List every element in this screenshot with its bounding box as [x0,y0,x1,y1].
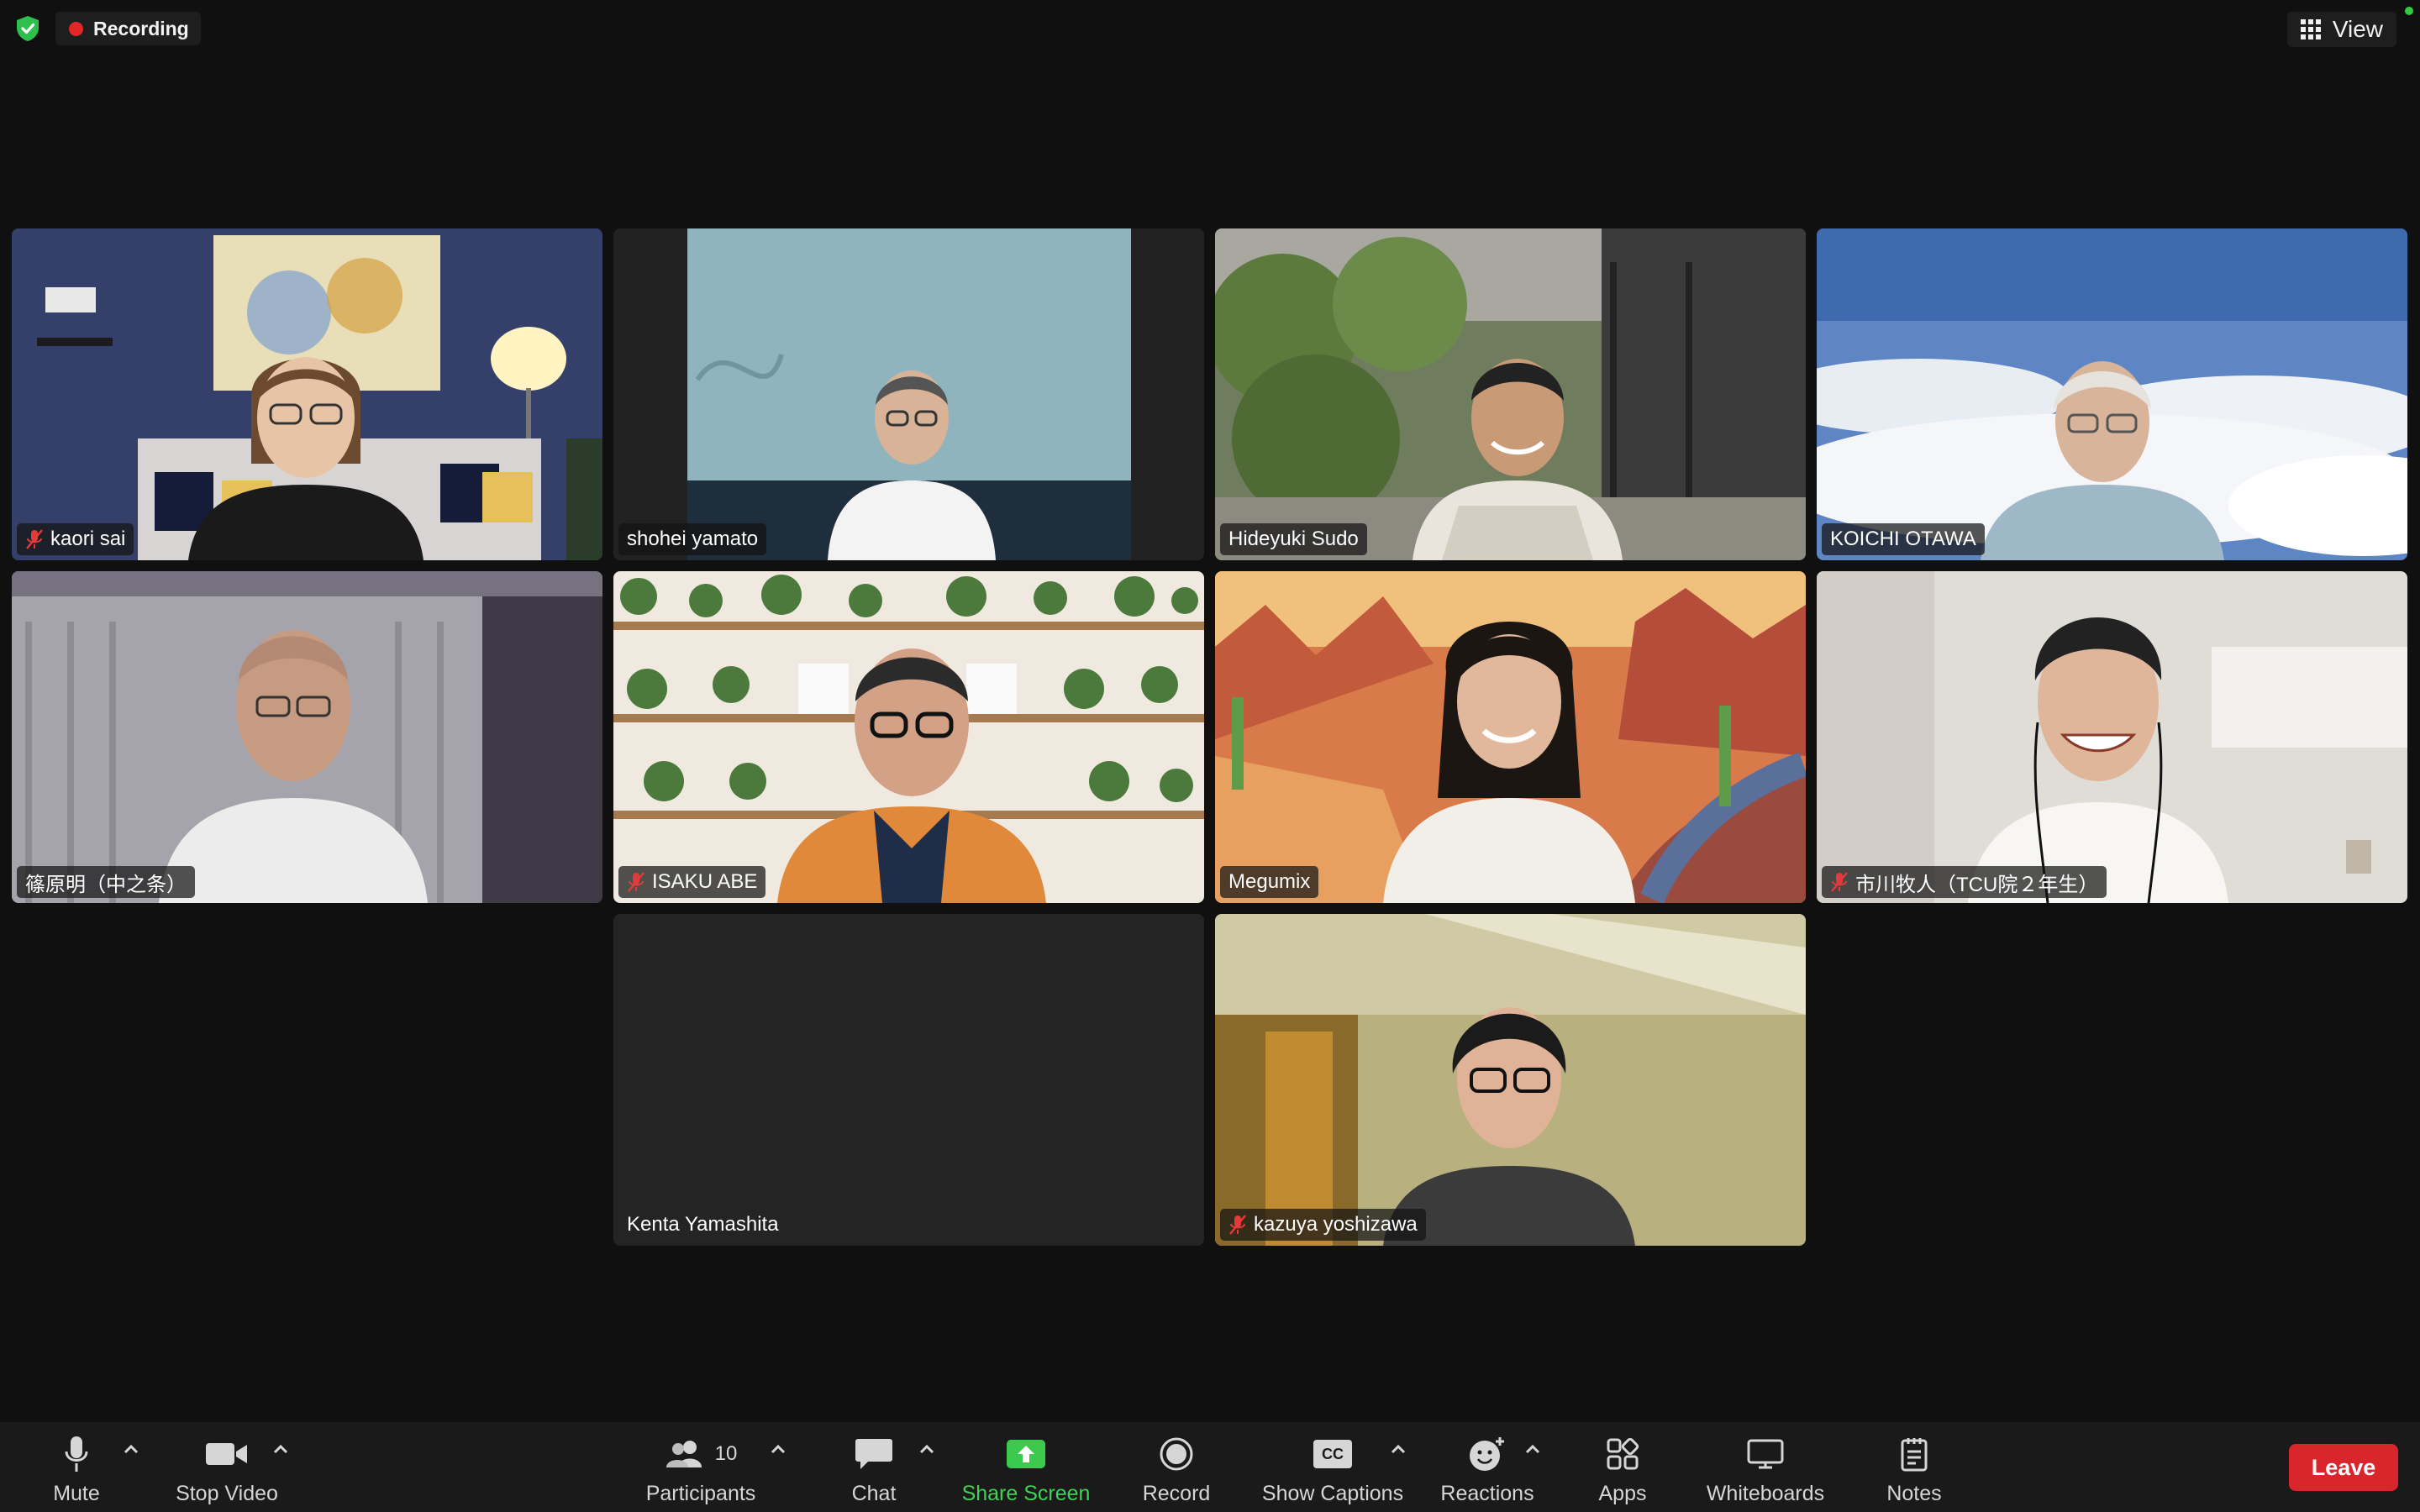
video-tile-koichi-otawa[interactable]: KOICHI OTAWA [1817,228,2407,560]
recording-label: Recording [93,17,189,39]
chat-label: Chat [851,1482,897,1505]
participant-name: Megumix [1228,870,1311,893]
participant-name-tag: ISAKU ABE [618,866,766,898]
record-button[interactable]: Record [1134,1422,1218,1512]
participant-name: 市川牧人（TCU院２年生） [1855,873,2099,896]
video-tile-shohei-yamato[interactable]: shohei yamato [613,228,1204,560]
participants-button[interactable]: 10 Participants [639,1422,763,1512]
participants-icon [666,1441,702,1467]
apps-label: Apps [1598,1482,1647,1505]
share-screen-button[interactable]: Share Screen [955,1422,1097,1512]
video-options-caret-icon[interactable] [271,1441,291,1457]
video-tile-megumix[interactable]: Megumix [1215,571,1806,903]
meeting-toolbar: Mute Stop Video 10 Participants Chat Sha… [0,1422,2420,1512]
apps-button[interactable]: Apps [1586,1422,1659,1512]
participant-figure [1968,617,2228,903]
chat-bubble-icon [855,1439,892,1469]
participant-name: Hideyuki Sudo [1228,528,1359,550]
participant-name: kaori sai [50,528,126,550]
camera-active-indicator [2405,7,2413,15]
participant-name-tag: Megumix [1220,866,1319,898]
grid-view-icon [2300,19,2321,39]
notes-button[interactable]: Notes [1879,1422,1949,1512]
whiteboards-button[interactable]: Whiteboards [1701,1422,1830,1512]
video-camera-icon [206,1443,247,1465]
participants-count: 10 [714,1442,738,1465]
reactions-options-caret-icon[interactable] [1523,1441,1543,1457]
share-screen-icon [1007,1440,1045,1468]
video-tile-isaku-abe[interactable]: ISAKU ABE [613,571,1204,903]
security-shield-icon[interactable] [15,15,40,42]
notes-label: Notes [1886,1482,1942,1505]
mute-button[interactable]: Mute [42,1422,111,1512]
recording-dot-icon [69,21,83,36]
audio-options-caret-icon[interactable] [121,1441,141,1457]
record-label: Record [1142,1482,1211,1505]
captions-icon: CC [1313,1440,1352,1468]
view-label: View [2332,16,2383,42]
recording-indicator[interactable]: Recording [55,12,201,45]
video-tile-shinohara[interactable]: 篠原明（中之条） [12,571,602,903]
muted-mic-icon [1831,872,1848,892]
participant-figure [1383,622,1635,903]
stop-video-button[interactable]: Stop Video [168,1422,286,1512]
participant-name: KOICHI OTAWA [1830,528,1976,550]
video-tile-kaori-sai[interactable]: kaori sai [12,228,602,560]
participant-figure [1413,359,1623,560]
notes-icon [1901,1438,1928,1472]
video-tile-kenta-yamashita[interactable]: Kenta Yamashita [613,914,1204,1246]
participant-name-tag: 篠原明（中之条） [17,866,195,898]
microphone-icon [65,1436,88,1472]
mute-label: Mute [53,1482,100,1505]
participant-name: ISAKU ABE [652,870,758,893]
participant-name-tag: Kenta Yamashita [618,1209,787,1241]
participant-name: Kenta Yamashita [627,1213,779,1236]
participant-figure [188,357,424,560]
view-button[interactable]: View [2286,12,2396,47]
apps-icon [1607,1437,1639,1470]
participant-name-tag: kazuya yoshizawa [1220,1209,1426,1241]
participant-figure [1981,361,2224,560]
record-icon [1160,1437,1193,1471]
participant-figure [777,648,1046,903]
participant-name: shohei yamato [627,528,759,550]
participant-figure [828,370,996,560]
muted-mic-icon [1229,1215,1246,1235]
captions-icon-text: CC [1322,1445,1344,1462]
whiteboards-label: Whiteboards [1706,1482,1825,1505]
reactions-button[interactable]: Reactions [1439,1422,1536,1512]
participants-options-caret-icon[interactable] [768,1441,788,1457]
video-tile-ichikawa[interactable]: 市川牧人（TCU院２年生） [1817,571,2407,903]
participant-name-tag: shohei yamato [618,523,767,555]
stop-video-label: Stop Video [176,1482,278,1505]
participant-name-tag: Hideyuki Sudo [1220,523,1367,555]
participant-figure [1383,1007,1635,1246]
show-captions-button[interactable]: CC Show Captions [1259,1422,1407,1512]
reactions-label: Reactions [1440,1482,1534,1505]
participant-name: kazuya yoshizawa [1254,1213,1418,1236]
whiteboard-icon [1747,1439,1784,1469]
chat-button[interactable]: Chat [840,1422,908,1512]
participants-label: Participants [645,1482,756,1505]
reactions-smiley-icon [1470,1437,1504,1471]
participant-name-tag: KOICHI OTAWA [1822,523,1985,555]
share-screen-label: Share Screen [961,1482,1091,1505]
captions-options-caret-icon[interactable] [1388,1441,1408,1457]
video-tile-kazuya-yoshizawa[interactable]: kazuya yoshizawa [1215,914,1806,1246]
muted-mic-icon [26,529,43,549]
participant-name-tag: 市川牧人（TCU院２年生） [1822,866,2107,898]
leave-button[interactable]: Leave [2289,1444,2398,1491]
participant-name-tag: kaori sai [17,523,134,555]
muted-mic-icon [628,872,644,892]
show-captions-label: Show Captions [1261,1482,1404,1505]
video-tile-hideyuki-sudo[interactable]: Hideyuki Sudo [1215,228,1806,560]
participant-figure [159,630,428,903]
participant-name: 篠原明（中之条） [25,873,187,896]
chat-options-caret-icon[interactable] [917,1441,937,1457]
